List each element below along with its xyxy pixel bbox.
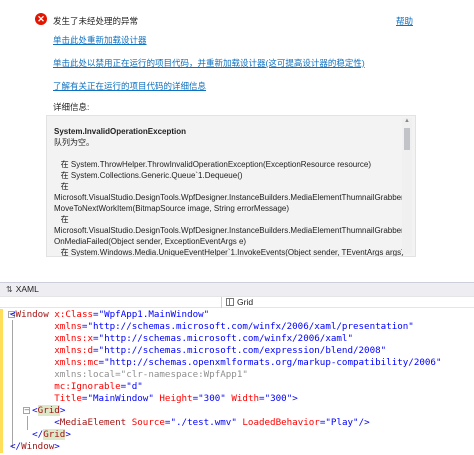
member-combo-label: Grid (237, 297, 254, 307)
code-token: > (54, 441, 60, 452)
code-line[interactable]: xmlns:x="http://schemas.microsoft.com/wi… (0, 333, 474, 345)
code-token: Window (21, 441, 55, 452)
code-token: "Play" (325, 417, 359, 428)
stack-line: 在 System.Collections.Generic.Queue`1.Deq… (54, 171, 243, 180)
learn-more-project-code-link[interactable]: 了解有关正在运行的项目代码的详细信息 (53, 80, 206, 92)
code-token: Grid (37, 405, 60, 416)
stack-line: Microsoft.VisualStudio.DesignTools.WpfDe… (54, 193, 406, 202)
scroll-up-arrow-icon[interactable]: ▲ (404, 118, 410, 124)
code-line[interactable]: <Window x:Class="WpfApp1.MainWindow" (0, 309, 474, 321)
code-token: Grid (43, 429, 66, 440)
code-token: xmlns:d (10, 345, 93, 356)
code-token: "./test.wmv" (170, 417, 237, 428)
code-line[interactable]: xmlns="http://schemas.microsoft.com/winf… (0, 321, 474, 333)
stack-line: OnMediaFailed(Object sender, ExceptionEv… (54, 237, 247, 246)
code-line[interactable]: </Window> (0, 441, 474, 453)
code-token: </ (10, 441, 22, 452)
stack-line: 在 (54, 215, 69, 224)
code-token: < (10, 417, 60, 428)
exception-details-box[interactable]: System.InvalidOperationException 队列为空。 在… (46, 115, 416, 257)
code-token: > (65, 429, 71, 440)
code-token: "http://schemas.microsoft.com/winfx/2006… (98, 333, 353, 344)
code-token: "d" (126, 381, 143, 392)
exception-type: System.InvalidOperationException (54, 127, 187, 136)
code-token: Title (10, 393, 82, 404)
stack-line: 在 (54, 182, 69, 191)
code-token: x:Class (48, 309, 94, 320)
code-line[interactable]: </Grid> (0, 429, 474, 441)
scroll-thumb[interactable] (404, 128, 410, 150)
swap-panes-icon[interactable]: ⇅ (6, 285, 13, 294)
code-token: xmlns (10, 321, 82, 332)
code-line[interactable]: Title="MainWindow" Height="300" Width="3… (0, 393, 474, 405)
xaml-code-editor[interactable]: − − <Window x:Class="WpfApp1.MainWindow"… (0, 309, 474, 455)
code-token: MediaElement (59, 417, 127, 428)
editor-nav-bar: Grid (0, 296, 474, 308)
code-token: > (292, 393, 298, 404)
code-token: Source (126, 417, 165, 428)
code-token: "300" (264, 393, 293, 404)
code-token: </ (10, 429, 44, 440)
code-token: < (10, 405, 38, 416)
stack-line: 队列为空。 (54, 138, 94, 147)
member-combo[interactable]: Grid (224, 297, 470, 308)
code-token: "300" (198, 393, 226, 404)
code-token: "MainWindow" (87, 393, 154, 404)
code-line[interactable]: xmlns:mc="http://schemas.openxmlformats.… (0, 357, 474, 369)
code-token: /> (358, 417, 370, 428)
grid-icon (226, 298, 234, 306)
reload-designer-link[interactable]: 单击此处重新加载设计器 (53, 34, 147, 46)
code-token: Window (15, 309, 49, 320)
code-token: LoadedBehavior (236, 417, 320, 428)
code-line[interactable]: mc:Ignorable="d" (0, 381, 474, 393)
help-link[interactable]: 帮助 (396, 15, 413, 27)
designer-error-panel: ✕ 发生了未经处理的异常 帮助 单击此处重新加载设计器 单击此处以禁用正在运行的… (0, 0, 474, 270)
code-token: "http://schemas.openxmlformats.org/marku… (104, 357, 442, 368)
tab-xaml-label: XAML (15, 284, 39, 294)
code-line[interactable]: <Grid> (0, 405, 474, 417)
code-token: xmlns:mc (10, 357, 99, 368)
exception-details-text: System.InvalidOperationException 队列为空。 在… (54, 126, 406, 257)
code-token: xmlns:x (10, 333, 93, 344)
code-token: mc:Ignorable (10, 381, 121, 392)
type-combo[interactable] (4, 297, 222, 308)
code-line[interactable]: xmlns:d="http://schemas.microsoft.com/ex… (0, 345, 474, 357)
code-token: Height (153, 393, 193, 404)
code-line[interactable]: xmlns:local="clr-namespace:WpfApp1" (0, 369, 474, 381)
error-icon: ✕ (35, 13, 47, 25)
error-title: 发生了未经处理的异常 (53, 16, 139, 26)
stack-line: 在 System.Windows.Media.UniqueEventHelper… (54, 248, 404, 257)
code-token: Width (225, 393, 260, 404)
code-line[interactable]: <MediaElement Source="./test.wmv" Loaded… (0, 417, 474, 429)
stack-line: Microsoft.VisualStudio.DesignTools.WpfDe… (54, 226, 406, 235)
stack-line: 在 System.ThrowHelper.ThrowInvalidOperati… (54, 160, 372, 169)
tab-xaml[interactable]: ⇅ XAML (6, 284, 39, 294)
details-scrollbar[interactable]: ▲ (402, 118, 412, 254)
code-token: "http://schemas.microsoft.com/winfx/2006… (87, 321, 414, 332)
code-token: xmlns:local (10, 369, 116, 380)
view-tab-strip: ⇅ XAML (0, 282, 474, 296)
code-token: "WpfApp1.MainWindow" (98, 309, 210, 320)
stack-line: MoveToNextWorkItem(BitmapSource image, S… (54, 204, 290, 213)
details-title: 详细信息: (53, 102, 90, 112)
disable-project-code-link[interactable]: 单击此处以禁用正在运行的项目代码，并重新加载设计器(这可提高设计器的稳定性) (53, 57, 365, 69)
code-token: "http://schemas.microsoft.com/expression… (98, 345, 387, 356)
code-token: > (59, 405, 66, 416)
code-token: "clr-namespace:WpfApp1" (120, 369, 248, 380)
